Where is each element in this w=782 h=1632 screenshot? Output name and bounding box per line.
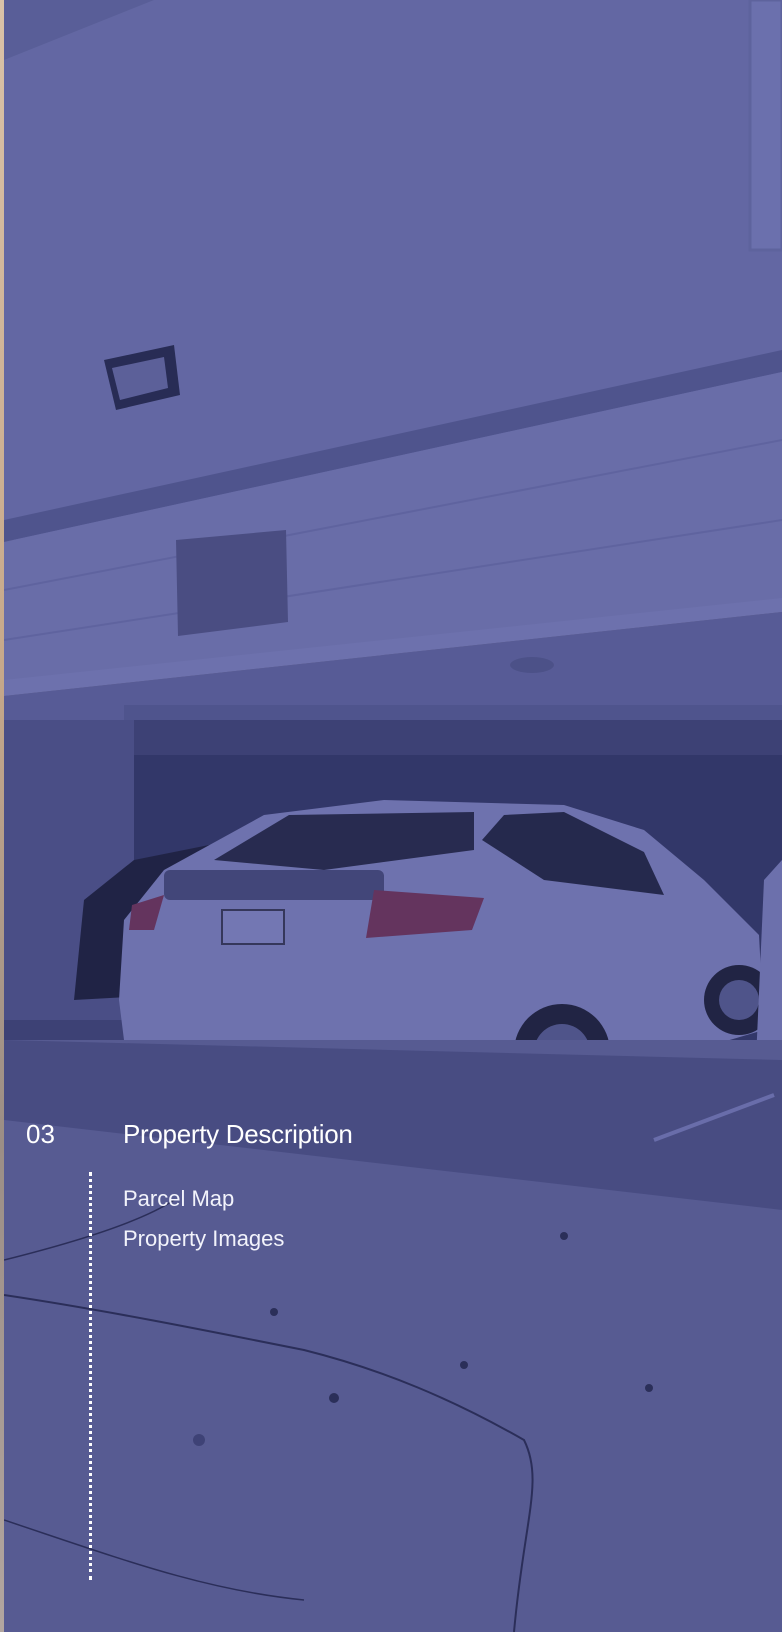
dotted-divider (89, 1172, 92, 1580)
toc-section-page: 03 Property Description Parcel Map Prope… (0, 0, 782, 1632)
section-item-parcel-map[interactable]: Parcel Map (123, 1179, 284, 1219)
color-tint (4, 0, 782, 1632)
background-photo (4, 0, 782, 1632)
section-item-property-images[interactable]: Property Images (123, 1219, 284, 1259)
section-items: Parcel Map Property Images (123, 1179, 284, 1259)
section-number: 03 (26, 1119, 55, 1149)
section-title[interactable]: Property Description (123, 1119, 353, 1149)
